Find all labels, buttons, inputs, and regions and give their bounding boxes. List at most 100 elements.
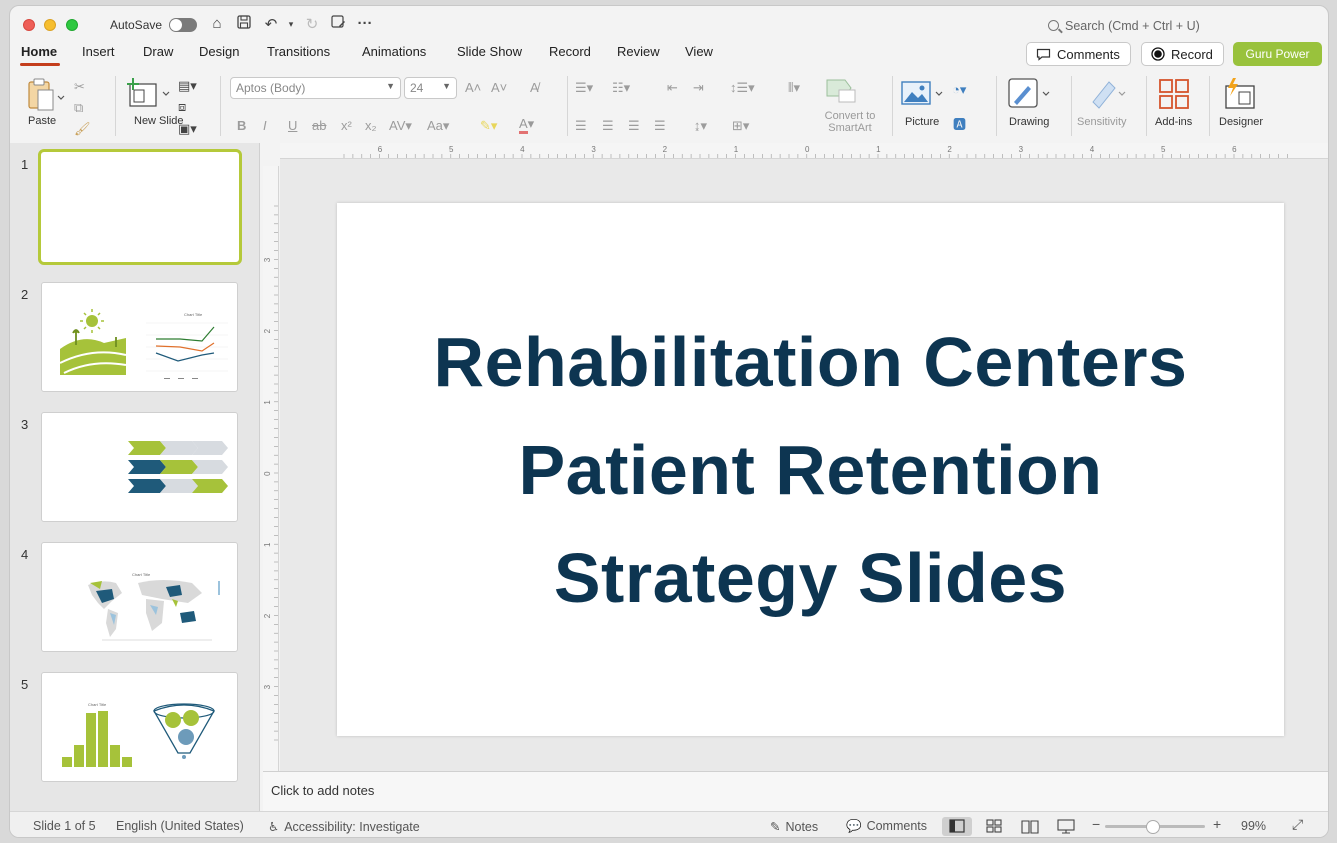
tab-draw[interactable]: Draw [143, 44, 173, 59]
record-icon [1151, 47, 1165, 61]
comments-toggle-button[interactable]: 💬 Comments [846, 819, 927, 834]
align-text-icon[interactable]: ⊞▾ [732, 118, 749, 134]
zoom-slider-handle[interactable] [1146, 820, 1160, 834]
normal-view-button[interactable] [942, 817, 972, 836]
accessibility-label: Accessibility: Investigate [284, 820, 420, 834]
slideshow-button[interactable] [1051, 817, 1081, 836]
bullets-icon[interactable]: ☰▾ [575, 80, 593, 96]
font-color-icon[interactable]: A▾ [519, 116, 534, 134]
slide-number: 5 [21, 677, 29, 692]
slide-title-text[interactable]: Rehabilitation Centers Patient Retention… [431, 308, 1191, 632]
font-name-select[interactable]: Aptos (Body) ▼ [230, 77, 401, 99]
italic-icon[interactable]: I [263, 118, 267, 133]
slide-thumbnail-2[interactable]: Chart Title [41, 282, 238, 392]
fit-to-window-icon[interactable]: ⤢ [1292, 816, 1303, 833]
record-button[interactable]: Record [1141, 42, 1224, 66]
reset-icon[interactable]: ⧈ [178, 99, 186, 115]
zoom-level[interactable]: 99% [1241, 819, 1266, 833]
reading-view-button[interactable] [1015, 817, 1045, 836]
tab-insert[interactable]: Insert [82, 44, 115, 59]
highlight-icon[interactable]: ✎▾ [480, 118, 497, 134]
minimize-window-button[interactable] [44, 19, 56, 31]
ribbon-separator [567, 76, 568, 136]
align-left-icon[interactable]: ☰ [575, 118, 587, 134]
close-window-button[interactable] [23, 19, 35, 31]
ruler-label: 1 [263, 400, 272, 405]
new-slide-icon [127, 78, 170, 107]
section-icon[interactable]: ▣▾ [178, 121, 197, 137]
slide-number: 4 [21, 547, 29, 562]
columns-icon[interactable]: ⫴▾ [788, 80, 800, 96]
notes-toggle-button[interactable]: ✎ Notes [770, 819, 818, 834]
increase-font-icon[interactable]: A˄ [465, 80, 481, 95]
tab-view[interactable]: View [685, 44, 713, 59]
format-painter-icon[interactable]: 🖌 [74, 121, 91, 137]
paste-button[interactable] [25, 76, 65, 119]
bold-icon[interactable]: B [237, 118, 246, 133]
picture-button[interactable] [901, 80, 945, 111]
decrease-font-icon[interactable]: A˅ [491, 80, 507, 95]
comments-button[interactable]: Comments [1026, 42, 1131, 66]
copy-icon[interactable]: ⧉ [74, 100, 83, 116]
superscript-icon[interactable]: x² [341, 118, 352, 133]
zoom-window-button[interactable] [66, 19, 78, 31]
autosave-toggle[interactable] [169, 18, 197, 32]
slide-sorter-button[interactable] [979, 817, 1009, 836]
save-as-icon[interactable] [328, 15, 348, 33]
increase-indent-icon[interactable]: ⇥ [693, 80, 704, 96]
designer-button[interactable] [1223, 76, 1257, 113]
tab-animations[interactable]: Animations [362, 44, 426, 59]
notes-pane[interactable]: Click to add notes [263, 771, 1328, 811]
layout-icon[interactable]: ▤▾ [178, 78, 197, 94]
undo-dropdown-icon[interactable]: ▾ [281, 19, 301, 30]
justify-icon[interactable]: ☰ [654, 118, 666, 134]
addins-button[interactable] [1158, 78, 1190, 113]
clear-formatting-icon[interactable]: A̸ [530, 80, 539, 95]
change-case-icon[interactable]: Aa▾ [427, 118, 449, 134]
decrease-indent-icon[interactable]: ⇤ [667, 80, 678, 96]
tab-transitions[interactable]: Transitions [267, 44, 330, 59]
character-spacing-icon[interactable]: AV▾ [389, 118, 412, 134]
zoom-out-button[interactable]: − [1092, 816, 1100, 832]
shapes-icon[interactable]: ◔▾ [952, 82, 966, 98]
home-icon[interactable]: ⌂ [207, 15, 227, 32]
convert-smartart-button[interactable] [825, 78, 859, 107]
tab-slide-show[interactable]: Slide Show [457, 44, 522, 59]
addins-icon [1159, 79, 1189, 109]
zoom-in-button[interactable]: + [1213, 816, 1221, 832]
tab-design[interactable]: Design [199, 44, 239, 59]
numbering-icon[interactable]: ☷▾ [612, 80, 630, 96]
language-indicator[interactable]: English (United States) [116, 819, 244, 833]
strikethrough-icon[interactable]: ab [312, 118, 326, 133]
tab-record[interactable]: Record [549, 44, 591, 59]
underline-icon[interactable]: U [288, 118, 297, 133]
drawing-icon [1008, 78, 1050, 108]
textbox-icon[interactable]: 🅰 [953, 114, 966, 133]
comment-icon: 💬 [846, 819, 862, 833]
slide-thumbnail-3[interactable] [41, 412, 238, 522]
drawing-button[interactable] [1008, 78, 1052, 113]
align-right-icon[interactable]: ☰ [628, 118, 640, 134]
subscript-icon[interactable]: x₂ [365, 118, 377, 133]
save-icon[interactable] [234, 15, 254, 33]
new-slide-button[interactable] [127, 76, 173, 113]
tab-review[interactable]: Review [617, 44, 660, 59]
align-center-icon[interactable]: ☰ [602, 118, 614, 134]
undo-icon[interactable]: ↶ [261, 15, 281, 33]
sensitivity-button[interactable] [1087, 78, 1127, 113]
slide-thumbnail-4[interactable]: Chart Title [41, 542, 238, 652]
line-spacing-icon[interactable]: ↕☰▾ [730, 80, 755, 96]
notes-placeholder: Click to add notes [271, 783, 375, 798]
font-size-select[interactable]: 24 ▼ [404, 77, 457, 99]
accessibility-button[interactable]: ♿ Accessibility: Investigate [268, 819, 420, 834]
guru-power-button[interactable]: Guru Power [1233, 42, 1322, 66]
redo-icon[interactable]: ↻ [302, 15, 322, 33]
current-slide[interactable]: Rehabilitation Centers Patient Retention… [337, 203, 1284, 736]
slide-thumbnail-5[interactable]: Chart Title [41, 672, 238, 782]
tab-home[interactable]: Home [21, 44, 57, 59]
more-icon[interactable]: ··· [355, 15, 375, 32]
cut-icon[interactable]: ✂ [74, 79, 85, 95]
search-box[interactable]: Search (Cmd + Ctrl + U) [1048, 19, 1200, 33]
slide-thumbnail-1[interactable] [38, 149, 242, 265]
text-direction-icon[interactable]: ↨▾ [694, 118, 707, 134]
